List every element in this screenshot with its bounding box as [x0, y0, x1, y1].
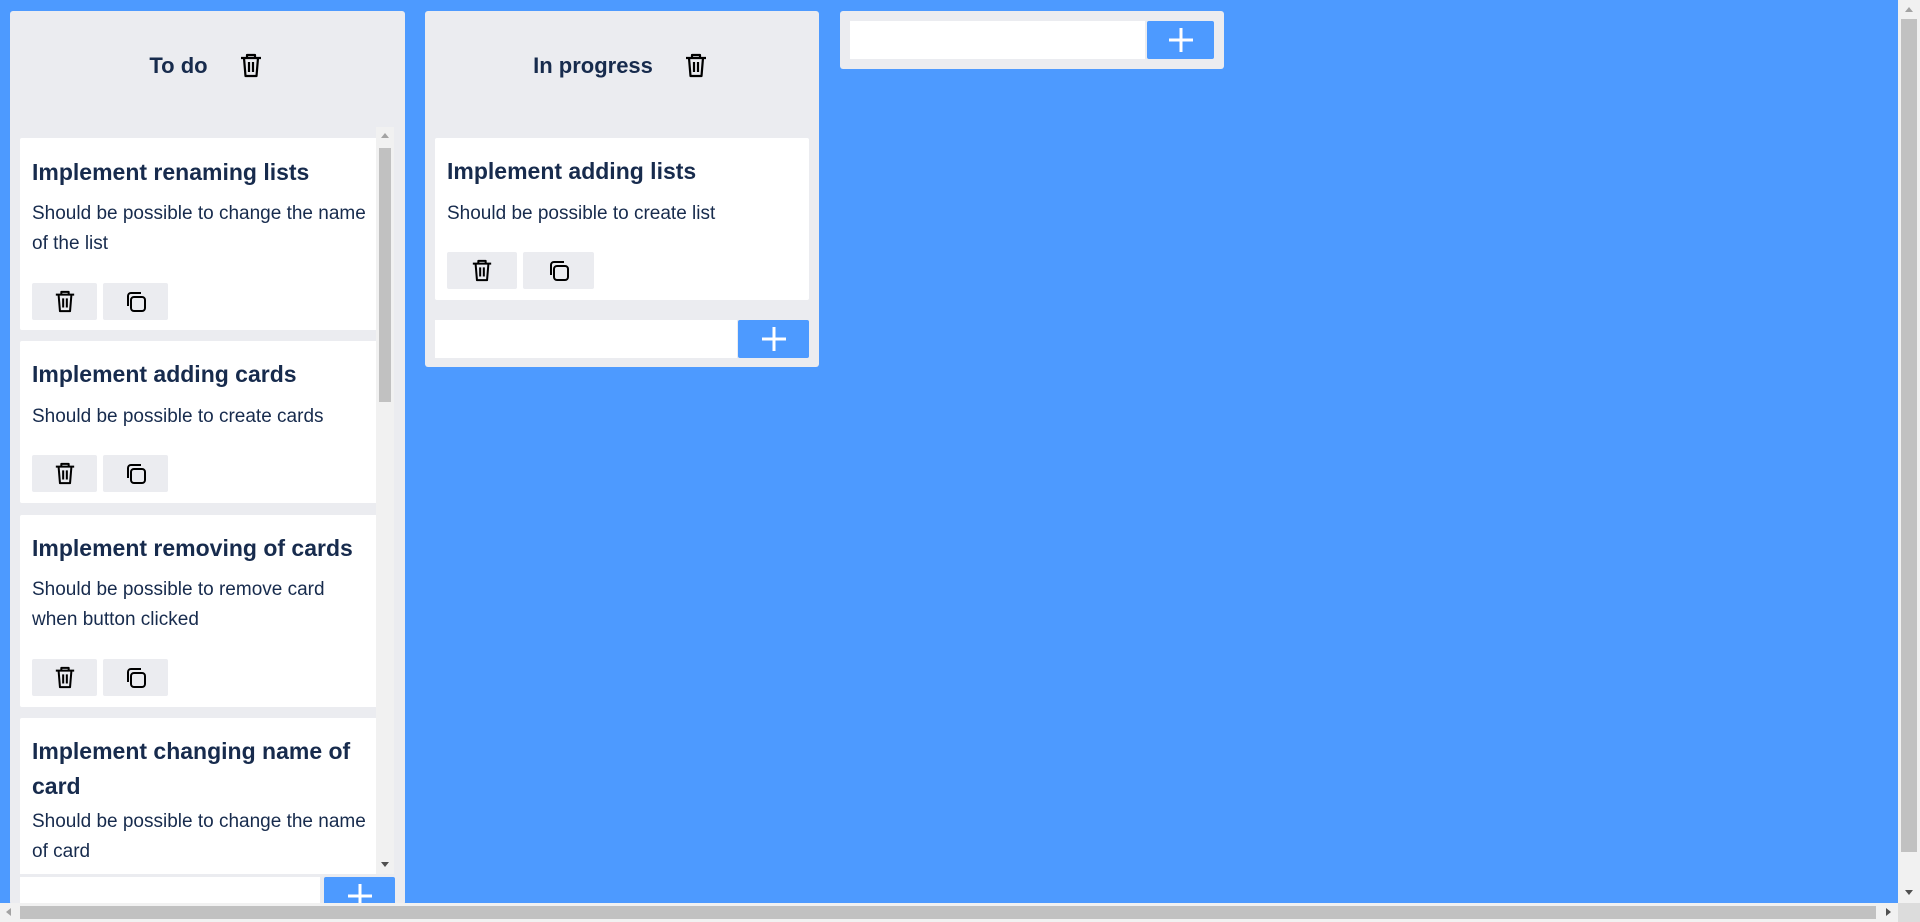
delete-list-button[interactable] [236, 51, 266, 81]
card[interactable]: Implement removing of cards Should be po… [20, 515, 384, 707]
copy-icon [549, 260, 569, 281]
add-card-button[interactable] [738, 320, 809, 358]
board: To do Implement renaming lists Should be… [0, 0, 1898, 915]
delete-card-button[interactable] [32, 455, 97, 492]
copy-card-button[interactable] [103, 455, 168, 492]
list-in-progress: In progress Implement adding lists Shoul… [425, 11, 819, 367]
delete-card-button[interactable] [447, 252, 517, 289]
list-title[interactable]: To do [149, 53, 207, 79]
copy-card-button[interactable] [103, 283, 168, 320]
delete-list-button[interactable] [681, 51, 711, 81]
delete-card-button[interactable] [32, 659, 97, 696]
scrollbar-thumb[interactable] [379, 148, 391, 402]
card-description: Should be possible to create cards [32, 406, 324, 427]
card-title: Implement removing of cards [32, 535, 353, 561]
card[interactable]: Implement adding lists Should be possibl… [435, 138, 809, 300]
scroll-up-arrow[interactable] [381, 133, 389, 138]
card-title: Implement adding lists [447, 158, 697, 184]
card-description: Should be possible to change the name of… [32, 811, 366, 862]
add-card-row [435, 320, 809, 358]
card-actions [32, 455, 168, 492]
copy-icon [126, 291, 146, 312]
trash-icon [685, 53, 706, 78]
card[interactable]: Implement changing name of card Should b… [20, 718, 384, 874]
card-title: Implement changing name of card [32, 738, 351, 799]
card-description: Should be possible to create list [447, 203, 716, 224]
card-actions [447, 252, 594, 289]
plus-icon [761, 327, 786, 351]
card[interactable]: Implement renaming lists Should be possi… [20, 138, 384, 330]
add-card-input[interactable] [435, 320, 737, 358]
trash-icon [240, 53, 261, 78]
delete-card-button[interactable] [32, 283, 97, 320]
trash-icon [55, 666, 74, 688]
list-header: In progress [425, 11, 819, 121]
card-list[interactable]: Implement adding lists Should be possibl… [435, 127, 809, 303]
trash-icon [472, 259, 492, 281]
list-header: To do [10, 11, 405, 121]
add-list-button[interactable] [1147, 21, 1214, 59]
scrollbar-thumb[interactable] [20, 906, 1876, 919]
list-todo: To do Implement renaming lists Should be… [10, 11, 405, 915]
card-title: Implement adding cards [32, 361, 297, 387]
scroll-left-arrow[interactable] [6, 908, 11, 916]
trash-icon [55, 462, 74, 484]
card-list[interactable]: Implement renaming lists Should be possi… [20, 127, 384, 874]
add-list-input[interactable] [850, 21, 1145, 59]
page-vertical-scrollbar[interactable] [1898, 0, 1920, 903]
scrollbar-thumb[interactable] [1901, 19, 1917, 852]
add-list-row [850, 21, 1214, 59]
copy-icon [126, 463, 146, 484]
card-list-scrollbar[interactable] [376, 127, 394, 874]
card[interactable]: Implement adding cards Should be possibl… [20, 341, 384, 503]
plus-icon [1168, 28, 1193, 52]
card-actions [32, 283, 168, 320]
scroll-down-arrow[interactable] [1905, 890, 1913, 895]
trash-icon [55, 290, 74, 312]
scroll-right-arrow[interactable] [1886, 908, 1891, 916]
scroll-down-arrow[interactable] [381, 862, 389, 867]
card-description: Should be possible to change the name of… [32, 203, 366, 254]
copy-icon [126, 667, 146, 688]
card-actions [32, 659, 168, 696]
card-description: Should be possible to remove card when b… [32, 579, 325, 630]
copy-card-button[interactable] [103, 659, 168, 696]
list-title[interactable]: In progress [533, 53, 653, 79]
copy-card-button[interactable] [523, 252, 594, 289]
add-list-form [840, 11, 1224, 69]
scrollbar-corner [1898, 903, 1920, 922]
page-horizontal-scrollbar[interactable] [0, 903, 1898, 922]
scroll-up-arrow[interactable] [1905, 7, 1913, 12]
card-title: Implement renaming lists [32, 159, 310, 185]
